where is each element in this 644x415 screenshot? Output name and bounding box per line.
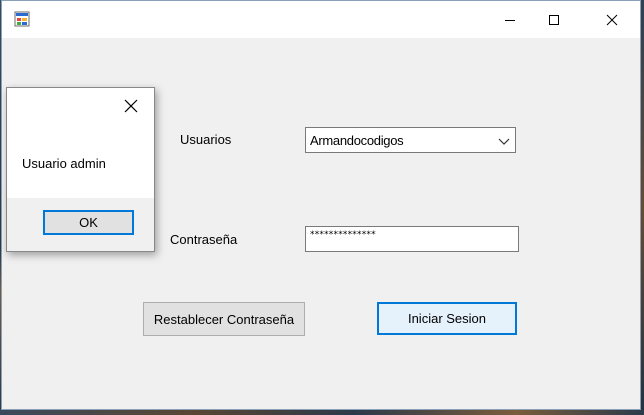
message-box-footer: OK bbox=[7, 198, 154, 251]
message-text: Usuario admin bbox=[22, 156, 106, 171]
message-box: Usuario admin OK bbox=[6, 87, 155, 252]
minimize-button[interactable] bbox=[487, 1, 532, 38]
ok-button[interactable]: OK bbox=[43, 210, 134, 235]
minimize-icon bbox=[504, 19, 515, 21]
login-button[interactable]: Iniciar Sesion bbox=[377, 302, 517, 335]
password-field[interactable]: ************** bbox=[305, 226, 519, 252]
usuarios-label: Usuarios bbox=[180, 132, 232, 147]
close-button[interactable] bbox=[589, 1, 634, 38]
password-label: Contraseña bbox=[170, 232, 238, 247]
maximize-icon bbox=[548, 14, 559, 25]
chevron-down-icon[interactable] bbox=[498, 135, 510, 147]
usuarios-selected-value: Armandocodigos bbox=[310, 133, 404, 148]
maximize-button[interactable] bbox=[531, 1, 576, 38]
password-masked-value: ************** bbox=[310, 230, 376, 240]
usuarios-combobox[interactable]: Armandocodigos bbox=[305, 127, 516, 153]
close-icon bbox=[606, 14, 617, 25]
desktop-taskbar-edge bbox=[0, 410, 644, 415]
reset-password-button[interactable]: Restablecer Contraseña bbox=[143, 302, 305, 336]
close-icon[interactable] bbox=[123, 98, 139, 114]
title-bar[interactable] bbox=[2, 1, 640, 38]
windows-form-icon[interactable] bbox=[14, 11, 30, 27]
